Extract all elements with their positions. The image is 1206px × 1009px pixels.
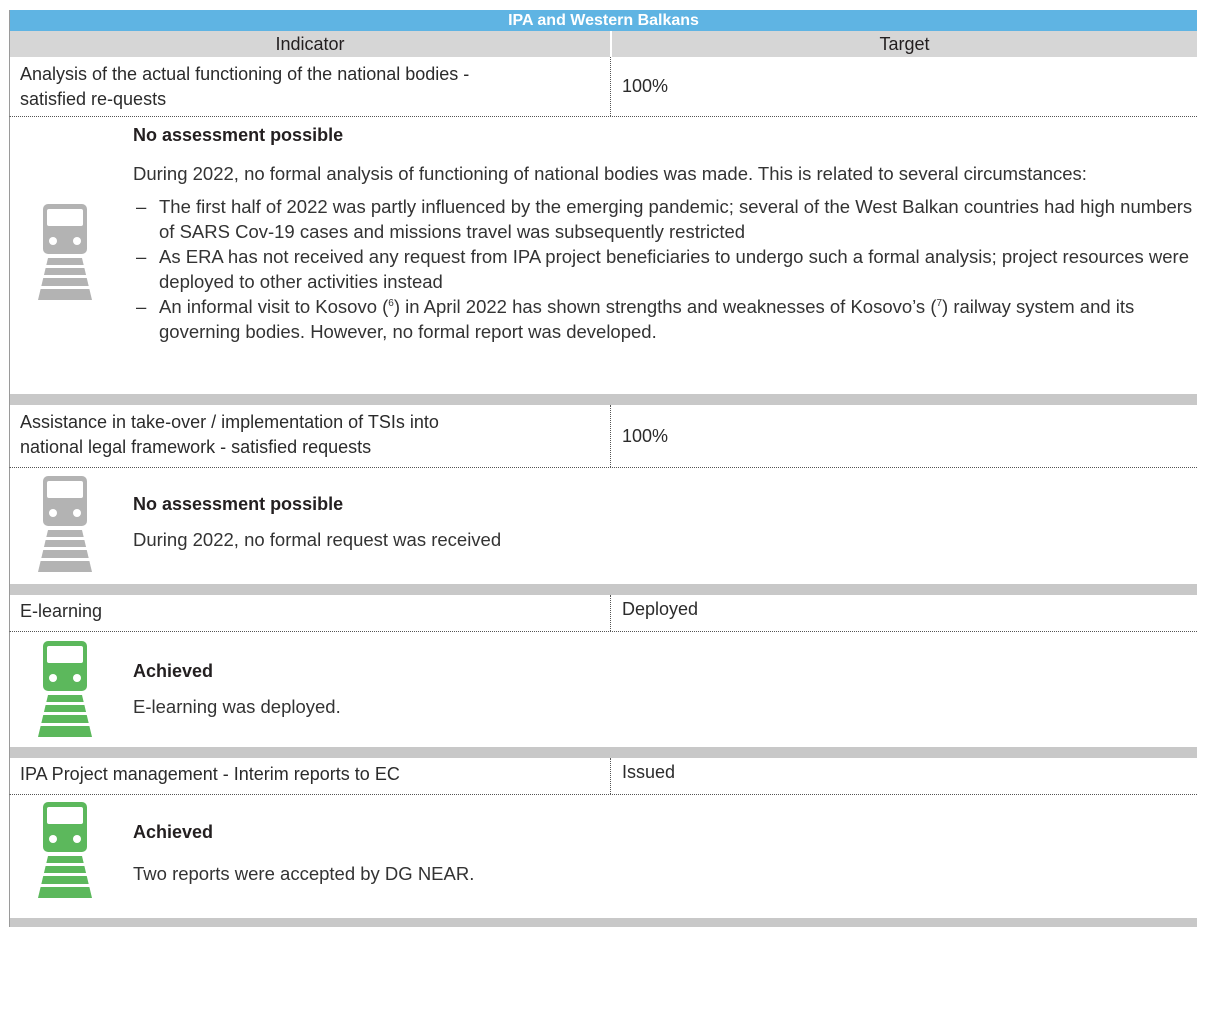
train-icon-shape [35,204,95,300]
train-icon-sleeper [35,547,95,550]
train-icon-sleeper [35,723,95,726]
assessment-text: During 2022, no formal request was recei… [133,529,502,550]
train-icon-window [47,807,83,824]
target-cell: 100% [622,425,669,446]
bullet-text-mid: ) in April 2022 has shown strengths and … [393,296,937,317]
assessment-bullets: – The first half of 2022 was partly influ… [133,194,1197,344]
train-icon-light [49,674,57,682]
assessment-block: No assessment possible During 2022, no f… [9,468,1197,584]
bullet-item: – As ERA has not received any request fro… [133,244,1197,294]
assessment-text: During 2022, no formal analysis of funct… [133,163,1087,184]
train-icon-sleeper [35,275,95,278]
train-icon-sleeper [35,712,95,715]
indicator-row: E-learning Deployed [9,595,1197,632]
table-title: IPA and Western Balkans [9,10,1197,31]
bullet-dash: – [136,246,147,267]
train-icon-window [47,481,83,498]
indicator-row: IPA Project management - Interim reports… [9,758,1197,795]
target-cell: 100% [622,76,669,96]
train-icon-track [38,530,92,572]
train-icon [35,802,95,898]
train-icon-track [38,856,92,898]
train-icon-sleeper [35,702,95,705]
assessment-status: No assessment possible [133,494,344,514]
row-separator [9,394,1197,405]
indicator-row: Assistance in take-over / implementation… [9,405,1197,468]
bullet-text-pre: An informal visit to Kosovo ( [159,296,389,317]
assessment-block: Achieved E-learning was deployed. [9,632,1197,747]
indicator-text-line: national legal framework - satisfied req… [20,437,372,457]
assessment-block: No assessment possible During 2022, no f… [9,117,1197,394]
indicator-text-line: Analysis of the actual functioning of th… [20,64,470,84]
bullet-dash: – [136,296,147,317]
assessment-status: Achieved [133,822,214,842]
indicator-text-line: E-learning [20,601,103,621]
indicator-text-line: IPA Project management - Interim reports… [20,764,400,784]
train-icon-sleeper [35,863,95,866]
assessment-block: Achieved Two reports were accepted by DG… [9,795,1197,918]
train-icon-light [73,237,81,245]
bullet-text: The first half of 2022 was partly influe… [159,196,1193,242]
train-icon-light [73,509,81,517]
train-icon-light [73,835,81,843]
indicator-text-line: satisfied re-quests [20,89,167,109]
indicator-table: IPA and Western Balkans Indicator Target… [9,0,1197,927]
train-icon-shape [35,641,95,737]
bullet-dash: – [136,196,147,217]
indicator-text-line: Assistance in take-over / implementation… [20,412,439,432]
row-separator [9,584,1197,595]
train-icon-shape [35,802,95,898]
train-icon-track [38,695,92,737]
train-icon [35,476,95,572]
row-separator [9,747,1197,758]
header-indicator: Indicator [10,31,612,57]
bullet-item: – An informal visit to Kosovo (6) in Apri… [133,294,1197,344]
train-icon-light [73,674,81,682]
train-icon [35,204,95,300]
train-icon-light [49,835,57,843]
assessment-status: Achieved [133,661,214,681]
train-icon-sleeper [35,884,95,887]
indicator-cell: Assistance in take-over / implementation… [10,405,611,467]
indicator-cell: Analysis of the actual functioning of th… [10,57,611,116]
train-icon-sleeper [35,537,95,540]
assessment-text: E-learning was deployed. [133,696,341,717]
indicator-cell: IPA Project management - Interim reports… [10,758,611,794]
header-target: Target [879,34,930,54]
assessment-text: Two reports were accepted by DG NEAR. [133,863,475,884]
row-separator [9,918,1197,927]
target-cell: Deployed [622,599,699,619]
train-icon-window [47,646,83,663]
bullet-text: As ERA has not received any request from… [159,246,1190,292]
train-icon-track [38,258,92,300]
assessment-status: No assessment possible [133,125,344,145]
table-header: Indicator Target [9,31,1197,57]
train-icon-sleeper [35,286,95,289]
train-icon-sleeper [35,558,95,561]
train-icon-sleeper [35,265,95,268]
train-icon-sleeper [35,873,95,876]
indicator-cell: E-learning [10,595,611,631]
train-icon-shape [35,476,95,572]
bullet-item: – The first half of 2022 was partly influ… [133,194,1197,244]
train-icon-light [49,237,57,245]
indicator-row: Analysis of the actual functioning of th… [9,57,1197,117]
train-icon-light [49,509,57,517]
target-cell: Issued [622,762,676,782]
train-icon [35,641,95,737]
train-icon-window [47,209,83,226]
